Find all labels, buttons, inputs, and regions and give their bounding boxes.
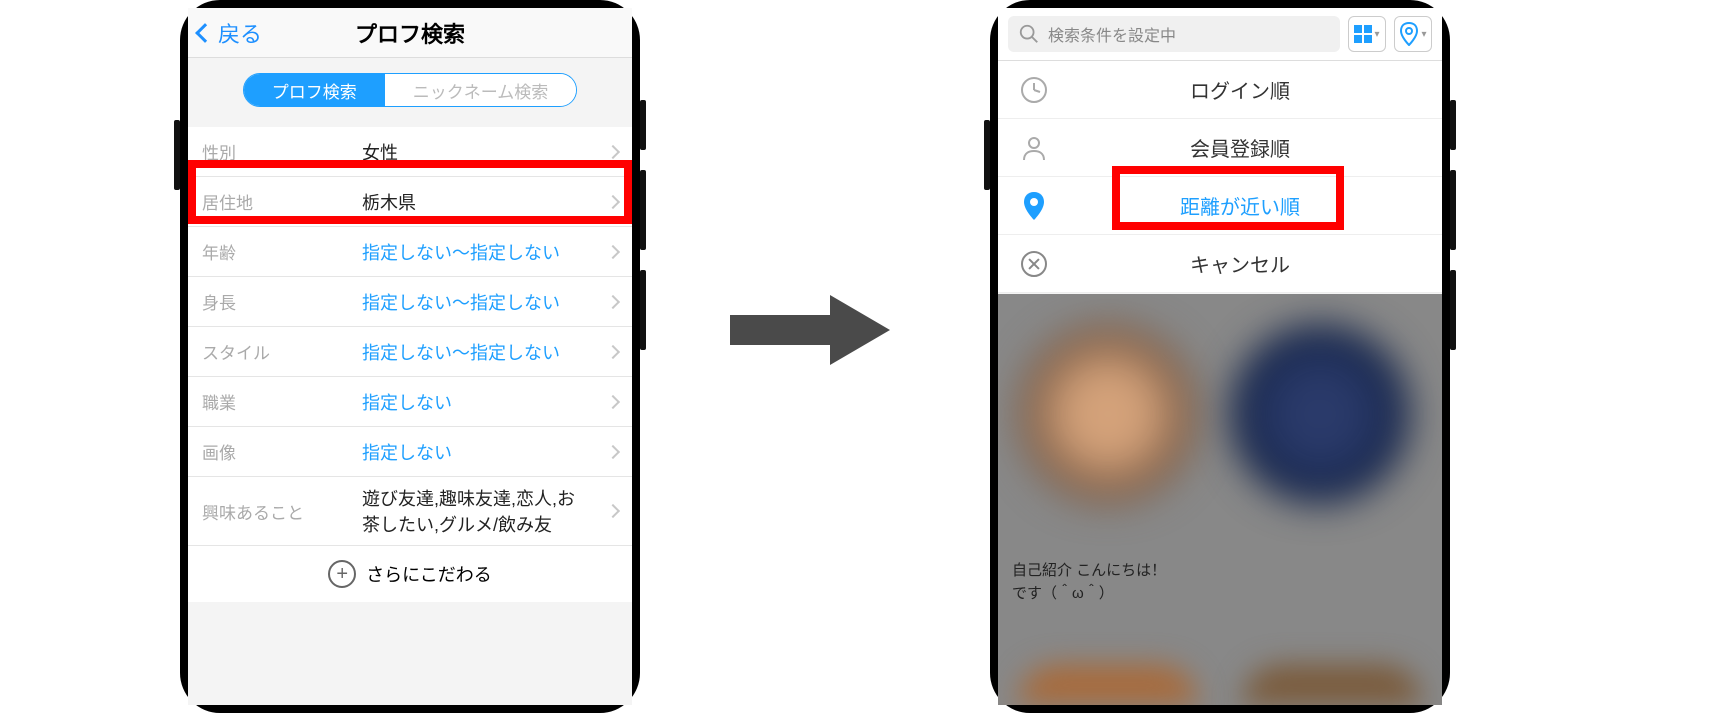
search-input[interactable]: 検索条件を設定中 [1008, 16, 1340, 52]
row-interests[interactable]: 興味あること 遊び友達,趣味友達,恋人,お茶したい,グルメ/飲み友 [188, 477, 632, 546]
person-icon [1019, 133, 1049, 163]
row-label: スタイル [202, 339, 362, 364]
sort-option-login[interactable]: ログイン順 [998, 61, 1442, 119]
row-label: 興味あること [202, 499, 362, 524]
back-button[interactable]: 戻る [188, 17, 272, 49]
row-value: 栃木県 [362, 189, 608, 215]
phone-screen-right: 検索条件を設定中 ▾ ▾ [998, 8, 1442, 705]
row-residence[interactable]: 居住地 栃木県 [188, 177, 632, 227]
row-image[interactable]: 画像 指定しない [188, 427, 632, 477]
row-value: 遊び友達,趣味友達,恋人,お茶したい,グルメ/飲み友 [362, 485, 608, 537]
more-filters-button[interactable]: + さらにこだわる [188, 546, 632, 602]
sort-cancel[interactable]: キャンセル [998, 235, 1442, 293]
chevron-right-icon [606, 194, 620, 208]
chevron-down-icon: ▾ [1421, 29, 1426, 40]
back-label: 戻る [218, 17, 262, 49]
grid-view-button[interactable]: ▾ [1348, 16, 1386, 52]
sort-option-distance[interactable]: 距離が近い順 [998, 177, 1442, 235]
row-occupation[interactable]: 職業 指定しない [188, 377, 632, 427]
sort-label: ログイン順 [1054, 75, 1426, 104]
segment-control: プロフ検索 ニックネーム検索 [188, 58, 632, 127]
row-gender[interactable]: 性別 女性 [188, 127, 632, 177]
phone-frame-right: 検索条件を設定中 ▾ ▾ [990, 0, 1450, 713]
profile-caption: 自己紹介 こんにちは！ です（＾ω＾） [1012, 560, 1166, 605]
map-pin-filled-icon [1021, 191, 1047, 221]
chevron-right-icon [606, 394, 620, 408]
blurred-results-background: 自己紹介 こんにちは！ です（＾ω＾） [998, 294, 1442, 705]
phone-side-button [640, 100, 646, 150]
arrow-right-icon [720, 290, 900, 370]
location-button[interactable]: ▾ [1394, 16, 1432, 52]
clock-icon [1019, 75, 1049, 105]
row-value: 指定しない [362, 389, 608, 415]
phone-side-button [1450, 270, 1456, 350]
chevron-right-icon [606, 244, 620, 258]
chevron-right-icon [606, 344, 620, 358]
row-style[interactable]: スタイル 指定しない～指定しない [188, 327, 632, 377]
row-value: 指定しない [362, 439, 608, 465]
chevron-right-icon [606, 144, 620, 158]
row-height[interactable]: 身長 指定しない～指定しない [188, 277, 632, 327]
row-label: 居住地 [202, 189, 362, 214]
row-value: 女性 [362, 139, 608, 165]
search-placeholder: 検索条件を設定中 [1048, 22, 1176, 46]
sort-label: キャンセル [1054, 249, 1426, 278]
segment-profile-search[interactable]: プロフ検索 [244, 74, 385, 106]
row-label: 身長 [202, 289, 362, 314]
search-toolbar: 検索条件を設定中 ▾ ▾ [998, 8, 1442, 61]
row-value: 指定しない～指定しない [362, 239, 608, 265]
phone-side-button [984, 120, 990, 190]
grid-icon [1354, 25, 1372, 43]
sort-label: 会員登録順 [1054, 133, 1426, 162]
chevron-right-icon [606, 294, 620, 308]
avatar [1018, 324, 1198, 504]
avatar [1230, 324, 1410, 504]
segment-nickname-search[interactable]: ニックネーム検索 [385, 74, 577, 106]
phone-side-button [1450, 100, 1456, 150]
chevron-down-icon: ▾ [1374, 29, 1379, 40]
phone-side-button [1450, 170, 1456, 250]
phone-side-button [640, 170, 646, 250]
search-icon [1018, 23, 1040, 45]
phone-screen-left: 戻る プロフ検索 プロフ検索 ニックネーム検索 性別 女性 居住地 栃木県 年齢… [188, 8, 632, 705]
chevron-right-icon [606, 444, 620, 458]
sort-label: 距離が近い順 [1054, 191, 1426, 220]
row-value: 指定しない～指定しない [362, 289, 608, 315]
avatar [1018, 665, 1198, 705]
chevron-right-icon [606, 504, 620, 518]
map-pin-icon [1399, 22, 1419, 46]
row-label: 職業 [202, 389, 362, 414]
plus-circle-icon: + [328, 560, 356, 588]
sort-option-register[interactable]: 会員登録順 [998, 119, 1442, 177]
row-label: 画像 [202, 439, 362, 464]
phone-frame-left: 戻る プロフ検索 プロフ検索 ニックネーム検索 性別 女性 居住地 栃木県 年齢… [180, 0, 640, 713]
close-icon [1021, 251, 1047, 277]
phone-side-button [174, 120, 180, 190]
row-age[interactable]: 年齢 指定しない～指定しない [188, 227, 632, 277]
nav-bar: 戻る プロフ検索 [188, 8, 632, 58]
avatar [1242, 665, 1422, 705]
row-label: 性別 [202, 139, 362, 164]
phone-side-button [640, 270, 646, 350]
row-label: 年齢 [202, 239, 362, 264]
row-value: 指定しない～指定しない [362, 339, 608, 365]
chevron-left-icon [195, 23, 215, 43]
more-filters-label: さらにこだわる [366, 561, 492, 587]
